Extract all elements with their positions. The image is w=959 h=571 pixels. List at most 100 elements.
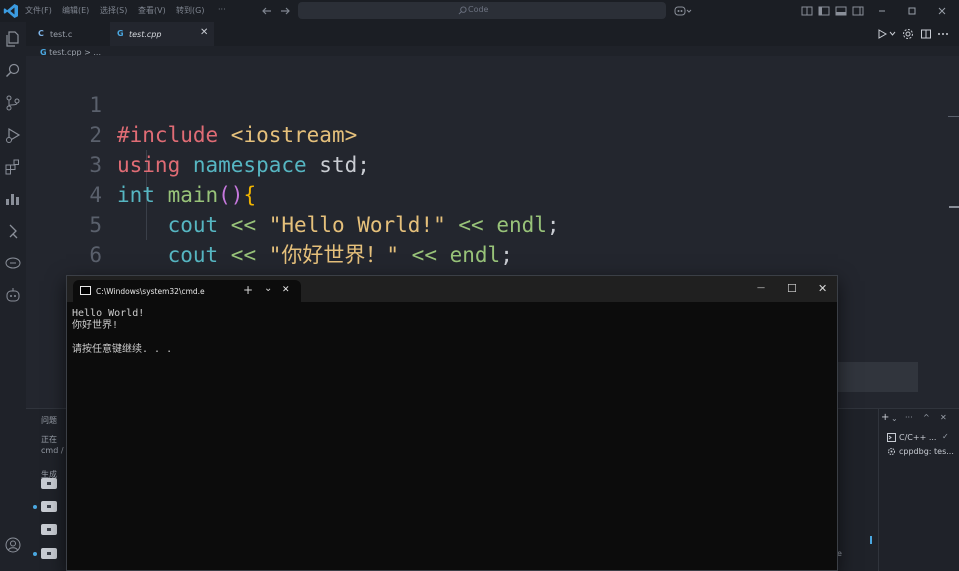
code-line: 2 using namespace std;: [26, 90, 370, 177]
terminal-line: cmd /: [41, 446, 64, 455]
cmd-tab-title: C:\Windows\system32\cmd.e: [96, 287, 205, 296]
token: <iostream>: [218, 123, 358, 147]
check-icon: ✓: [942, 432, 949, 441]
activity-bar: [0, 22, 26, 571]
maximize-button[interactable]: ☐: [787, 282, 797, 295]
menu-file[interactable]: 文件(F): [25, 5, 52, 16]
cmd-title-bar[interactable]: C:\Windows\system32\cmd.e ✕ + ⌄ — ☐ ✕: [67, 276, 837, 302]
token: <<: [399, 243, 437, 267]
code-line: 7 }: [26, 240, 129, 327]
menu-go[interactable]: 转到(G): [176, 5, 204, 16]
code-line: 3 int main(){: [26, 120, 256, 207]
panel-tab-problems[interactable]: 问题: [41, 415, 57, 426]
source-control-icon[interactable]: [4, 94, 22, 112]
scrollbar-marker[interactable]: [949, 206, 959, 208]
back-arrow-icon[interactable]: [260, 4, 274, 18]
run-code-icon[interactable]: [877, 29, 889, 39]
command-center-search[interactable]: Code: [298, 2, 666, 19]
terminal-item-label[interactable]: C/C++ ...: [899, 433, 936, 442]
more-actions-icon[interactable]: [937, 32, 949, 36]
copilot-chat-icon[interactable]: [4, 286, 22, 304]
token: <<: [218, 243, 257, 267]
run-debug-icon[interactable]: [4, 126, 22, 144]
tab-label: test.cpp: [129, 30, 162, 39]
tab-test-cpp[interactable]: G test.cpp ✕: [110, 22, 214, 46]
close-tab-icon[interactable]: ✕: [282, 285, 290, 295]
testing-icon[interactable]: [4, 222, 22, 240]
console-icon: [80, 286, 91, 295]
terminal-icon: [887, 433, 896, 442]
cpp-file-icon: G: [117, 29, 124, 38]
token: (): [218, 183, 244, 207]
chevron-down-icon[interactable]: [889, 31, 896, 37]
explorer-icon[interactable]: [4, 30, 22, 48]
search-placeholder: Code: [468, 5, 489, 14]
debug-gear-icon: [888, 448, 895, 455]
c-file-icon: C: [38, 29, 44, 38]
token: cout: [117, 213, 219, 237]
terminal-item-label[interactable]: cppdbg: tes...: [899, 447, 954, 456]
token: ;: [500, 243, 513, 267]
split-editor-icon[interactable]: [920, 28, 932, 40]
tab-label: test.c: [50, 30, 73, 39]
extensions-icon[interactable]: [4, 158, 22, 176]
window-maximize-icon[interactable]: [905, 4, 919, 18]
token: main: [154, 183, 219, 207]
tab-test-c[interactable]: C test.c: [32, 22, 110, 46]
minimize-button[interactable]: —: [757, 283, 765, 292]
token: endl: [483, 213, 547, 237]
line-number: 1: [89, 93, 102, 117]
menu-view[interactable]: 查看(V): [138, 5, 166, 16]
toggle-sidebar-icon[interactable]: [817, 4, 831, 18]
terminal-list: + ⌄ ··· ^ ✕ C/C++ ... ✓ cppdbg: tes...: [878, 408, 959, 571]
new-tab-button[interactable]: +: [243, 283, 253, 297]
hover-widget: [836, 362, 918, 392]
chevron-down-icon[interactable]: ⌄: [264, 283, 272, 294]
toggle-panel-icon[interactable]: [834, 4, 848, 18]
code-line: 6 return 0;: [26, 210, 281, 297]
window-minimize-icon[interactable]: [875, 4, 889, 18]
status-dot: [33, 505, 37, 509]
customize-layout-icon[interactable]: [800, 4, 814, 18]
editor-tab-bar: C test.c G test.cpp ✕: [26, 22, 959, 46]
minimap[interactable]: [948, 116, 959, 120]
console-output[interactable]: Hello World! 你好世界! 请按任意键继续. . .: [72, 308, 172, 356]
token: <<: [445, 213, 484, 237]
copilot-icon[interactable]: [674, 4, 692, 18]
settings-gear-icon[interactable]: [902, 28, 914, 40]
token: <<: [218, 213, 257, 237]
search-view-icon[interactable]: [4, 62, 22, 80]
search-icon: [458, 6, 467, 15]
chevron-down-icon[interactable]: ⌄: [891, 414, 898, 423]
close-tab-icon[interactable]: ✕: [200, 27, 208, 38]
code-line: 1 #include <iostream>: [26, 60, 357, 147]
terminal-task-icon: [41, 548, 57, 559]
forward-arrow-icon[interactable]: [278, 4, 292, 18]
menu-more[interactable]: ···: [218, 5, 226, 14]
new-terminal-icon[interactable]: +: [881, 412, 889, 423]
token: ;: [546, 213, 560, 237]
line-number: 4: [89, 183, 102, 207]
cmd-window[interactable]: C:\Windows\system32\cmd.e ✕ + ⌄ — ☐ ✕ He…: [66, 275, 838, 571]
close-window-button[interactable]: ✕: [818, 282, 827, 295]
menu-selection[interactable]: 选择(S): [100, 5, 127, 16]
window-close-icon[interactable]: [935, 4, 949, 18]
maximize-panel-icon[interactable]: ^: [923, 413, 930, 422]
remote-explorer-icon[interactable]: [4, 254, 22, 272]
token: std;: [306, 153, 370, 177]
menu-edit[interactable]: 编辑(E): [62, 5, 89, 16]
account-icon[interactable]: [4, 536, 22, 554]
code-line: 5 cout << "你好世界！" << endl;: [26, 180, 513, 267]
token: #include: [117, 123, 219, 147]
more-actions-icon[interactable]: ···: [905, 413, 913, 422]
token: {: [243, 183, 257, 207]
charts-icon[interactable]: [4, 190, 22, 208]
token: cout: [117, 243, 219, 267]
code-line: 4 cout << "Hello World!" << endl;: [26, 150, 559, 237]
line-number: 3: [89, 153, 102, 177]
token: namespace: [180, 153, 307, 177]
close-panel-icon[interactable]: ✕: [940, 413, 947, 422]
toggle-secondary-sidebar-icon[interactable]: [851, 4, 865, 18]
token: endl: [436, 243, 501, 267]
vscode-logo-icon: [3, 4, 18, 18]
